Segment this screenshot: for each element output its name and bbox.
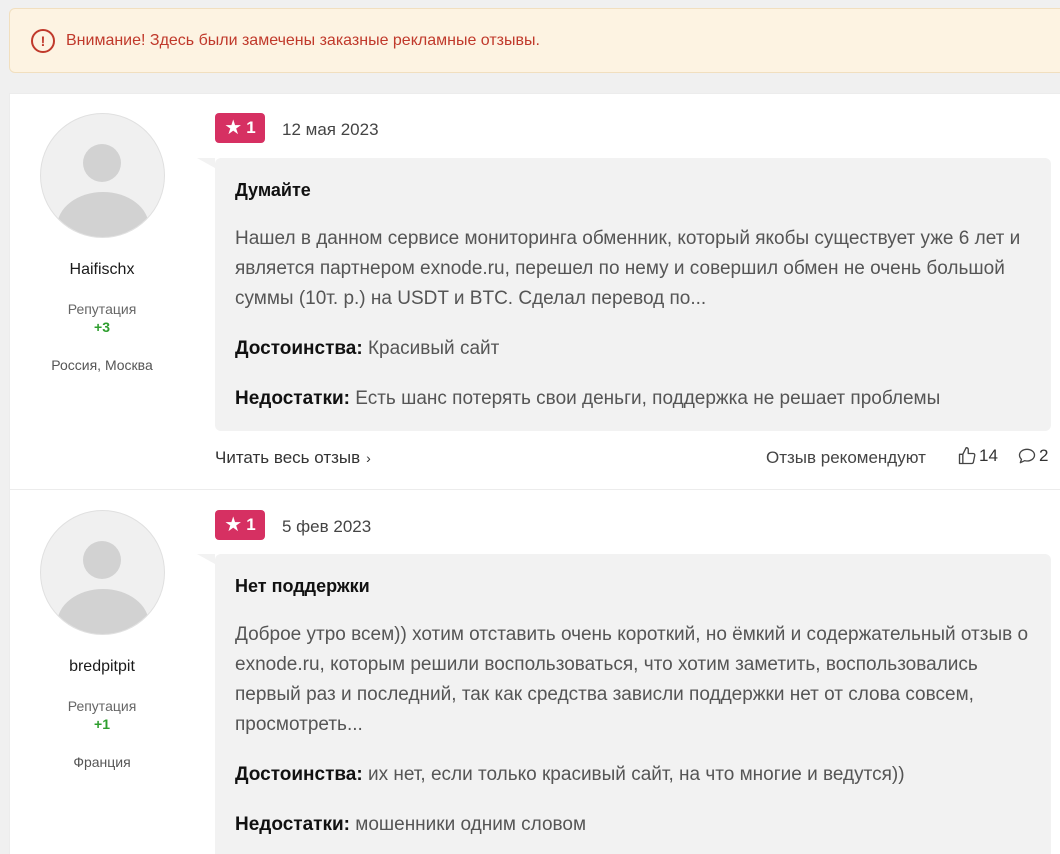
chevron-right-icon: › [366,450,371,466]
user-location: Франция [73,754,131,770]
reputation-label: Репутация [67,301,137,317]
review-title[interactable]: Нет поддержки [235,576,370,597]
rating-badge: ★ 1 [215,113,265,143]
reputation-value: +1 [94,716,110,732]
recommend-label: Отзыв рекомендуют [766,448,926,467]
reviews-list: Haifischx Репутация +3 Россия, Москва ★ … [9,93,1060,854]
avatar[interactable] [40,510,165,635]
cons-text: Есть шанс потерять свои деньги, поддержк… [355,388,941,409]
review-date: 5 фев 2023 [282,517,372,536]
review-text: Нашел в данном сервисе мониторинга обмен… [235,228,1021,309]
like-button[interactable]: 14 [957,446,998,466]
review-body: Думайте Нашел в данном сервисе мониторин… [197,158,1051,431]
rating-badge: ★ 1 [215,510,265,540]
review-date: 12 мая 2023 [282,120,379,139]
pros-text: Красивый сайт [367,338,500,359]
pros-text: их нет, если только красивый сайт, на чт… [367,764,905,785]
review-card: bredpitpit Репутация +1 Франция ★ 1 5 фе… [10,489,1060,854]
reputation-label: Репутация [67,698,137,714]
warning-alert: ! Внимание! Здесь были замечены заказные… [9,8,1060,73]
cons-label: Недостатки: [235,814,350,835]
like-count: 14 [979,446,998,465]
review-body: Нет поддержки Доброе утро всем)) хотим о… [197,554,1051,854]
avatar[interactable] [40,113,165,238]
exclamation-circle-icon: ! [31,28,55,53]
star-icon: ★ [224,514,243,536]
review-cons: Недостатки: Есть шанс потерять свои день… [235,388,940,410]
cons-label: Недостатки: [235,388,350,409]
comment-count: 2 [1039,446,1049,465]
pros-label: Достоинства: [235,338,363,359]
review-title[interactable]: Думайте [235,180,311,201]
alert-text: Внимание! Здесь были замечены заказные р… [66,31,540,49]
read-full-review-link[interactable]: Читать весь отзыв › [215,448,371,468]
pros-label: Достоинства: [235,764,363,785]
review-footer: Читать весь отзыв › Отзыв рекомендуют 14 … [215,444,1051,474]
rating-value: 1 [246,118,256,137]
star-icon: ★ [224,117,243,139]
user-location: Россия, Москва [51,357,153,373]
rating-value: 1 [246,515,256,534]
username[interactable]: bredpitpit [10,658,194,676]
cons-text: мошенники одним словом [355,814,587,835]
read-more-label: Читать весь отзыв [215,448,361,467]
username[interactable]: Haifischx [10,261,194,279]
thumbs-up-icon [958,447,976,465]
review-card: Haifischx Репутация +3 Россия, Москва ★ … [10,94,1060,489]
review-text: Доброе утро всем)) хотим отставить очень… [235,624,1029,735]
comments-button[interactable]: 2 [1017,446,1048,466]
review-cons: Недостатки: мошенники одним словом [235,814,586,836]
comment-icon [1018,448,1036,464]
reputation-value: +3 [94,319,110,335]
review-pros: Достоинства: Красивый сайт [235,338,499,360]
review-pros: Достоинства: их нет, если только красивы… [235,764,905,786]
